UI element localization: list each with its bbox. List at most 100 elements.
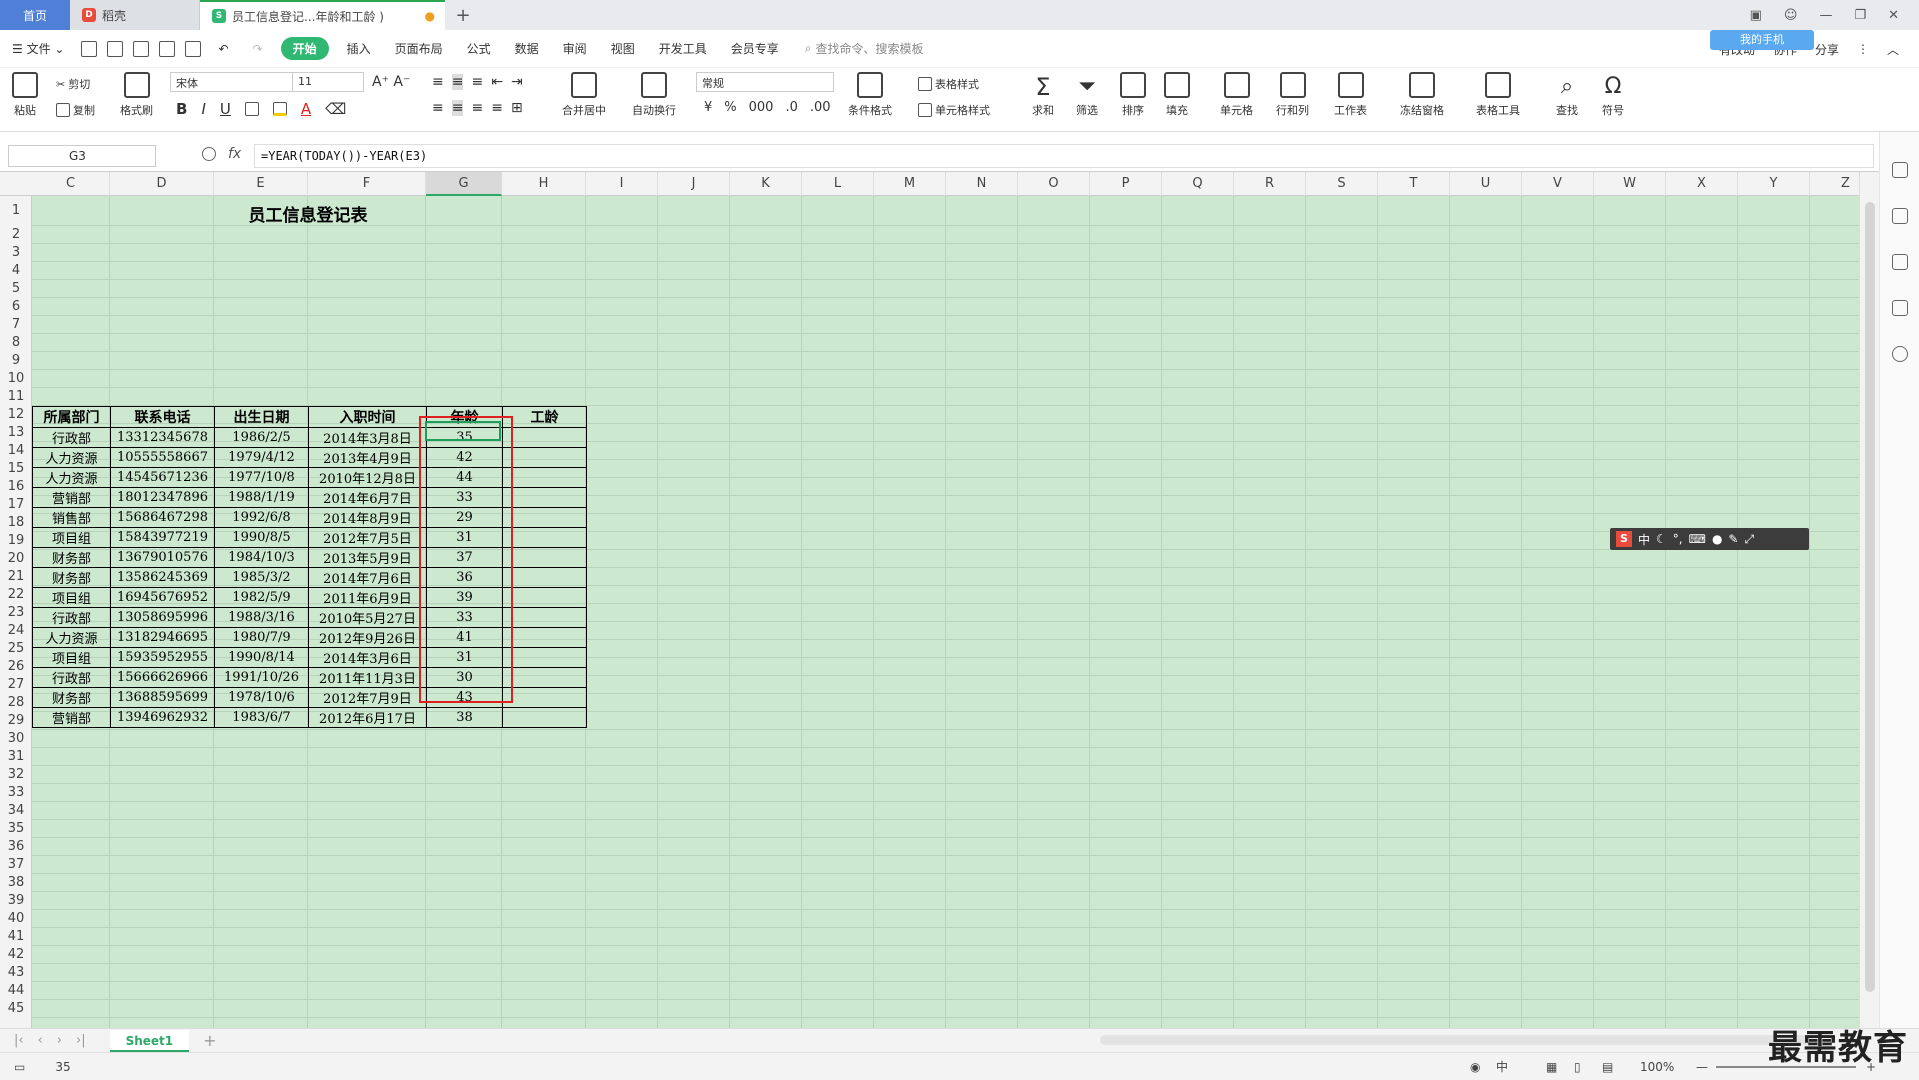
align-center-icon[interactable]: ≡ <box>451 100 464 116</box>
ime-status-icon[interactable]: 中 <box>1496 1058 1508 1075</box>
menu-member[interactable]: 会员专享 <box>719 40 791 57</box>
decimal-decrease-icon[interactable]: .00 <box>810 100 831 115</box>
cloud-phone-button[interactable]: 我的手机 <box>1710 30 1814 50</box>
row-header-28[interactable]: 28 <box>0 694 32 712</box>
column-header-x[interactable]: X <box>1666 172 1738 196</box>
column-header-f[interactable]: F <box>308 172 426 196</box>
table-cell[interactable] <box>502 627 587 648</box>
menu-view[interactable]: 视图 <box>599 40 647 57</box>
column-header-s[interactable]: S <box>1306 172 1378 196</box>
symbol-button[interactable]: Ω 符号 <box>1602 72 1624 118</box>
justify-icon[interactable]: ≡ <box>491 100 503 116</box>
table-cell[interactable]: 15666626966 <box>110 667 215 688</box>
spreadsheet-grid[interactable]: CDEFGHIJKLMNOPQRSTUVWXYZ 1 2 3 4 5 6 7 8 9 10 11 12… <box>0 172 1859 1028</box>
column-header-k[interactable]: K <box>730 172 802 196</box>
table-cell[interactable]: 13182946695 <box>110 627 215 648</box>
table-cell[interactable]: 1978/10/6 <box>214 687 309 708</box>
tab-active-document[interactable]: S 员工信息登记...年龄和工龄 ) ● <box>200 0 445 30</box>
indent-increase-icon[interactable]: ⇥ <box>511 74 523 90</box>
table-cell[interactable]: 13312345678 <box>110 427 215 448</box>
table-cell[interactable] <box>502 427 587 448</box>
row-header-43[interactable]: 43 <box>0 964 32 982</box>
sogou-icon[interactable]: S <box>1616 531 1632 547</box>
table-cell[interactable]: 14545671236 <box>110 467 215 488</box>
name-box[interactable]: G3 <box>8 145 156 167</box>
table-cell[interactable]: 财务部 <box>32 567 111 588</box>
column-header-p[interactable]: P <box>1090 172 1162 196</box>
table-cell[interactable]: 1983/6/7 <box>214 707 309 728</box>
row-header-39[interactable]: 39 <box>0 892 32 910</box>
menu-file[interactable]: 文件 <box>27 42 51 56</box>
row-header-7[interactable]: 7 <box>0 316 32 334</box>
macro-icon[interactable]: ▭ <box>14 1060 25 1074</box>
thousands-icon[interactable]: 000 <box>749 100 774 115</box>
table-cell[interactable]: 1980/7/9 <box>214 627 309 648</box>
row-header-29[interactable]: 29 <box>0 712 32 730</box>
collapse-ribbon-icon[interactable]: ︿ <box>1887 41 1899 58</box>
print-icon[interactable] <box>159 40 176 57</box>
column-title[interactable]: 入职时间 <box>308 406 427 428</box>
font-grow-icon[interactable]: A⁺ A⁻ <box>372 74 410 90</box>
table-cell[interactable]: 13058695996 <box>110 607 215 628</box>
row-header-20[interactable]: 20 <box>0 550 32 568</box>
new-file-icon[interactable] <box>81 40 98 57</box>
table-cell[interactable]: 15935952955 <box>110 647 215 668</box>
number-format-select[interactable]: 常规 <box>696 72 834 92</box>
minimize-icon[interactable]: — <box>1819 8 1832 23</box>
table-cell[interactable]: 10555558667 <box>110 447 215 468</box>
row-header-15[interactable]: 15 <box>0 460 32 478</box>
table-cell[interactable]: 1990/8/5 <box>214 527 309 548</box>
tab-docer[interactable]: D 稻壳 <box>70 0 200 30</box>
table-cell[interactable]: 2012年9月26日 <box>308 627 427 648</box>
table-cell[interactable]: 2014年6月7日 <box>308 487 427 508</box>
column-title[interactable]: 工龄 <box>502 406 587 428</box>
menu-start[interactable]: 开始 <box>280 37 329 60</box>
row-header-1[interactable]: 1 <box>0 196 32 226</box>
column-header-n[interactable]: N <box>946 172 1018 196</box>
cut-button[interactable]: ✂ 剪切 <box>56 76 90 92</box>
sheet-tab-sheet1[interactable]: Sheet1 <box>109 1029 190 1052</box>
row-header-5[interactable]: 5 <box>0 280 32 298</box>
row-header-22[interactable]: 22 <box>0 586 32 604</box>
table-cell[interactable] <box>502 467 587 488</box>
sheet-title[interactable]: 员工信息登记表 <box>34 201 582 226</box>
menu-formula[interactable]: 公式 <box>455 40 503 57</box>
redo-icon[interactable]: ↷ <box>241 42 275 56</box>
column-header-g[interactable]: G <box>426 172 502 196</box>
column-header-o[interactable]: O <box>1018 172 1090 196</box>
page-view-icon[interactable]: ▯ <box>1574 1060 1581 1074</box>
table-cell[interactable]: 16945676952 <box>110 587 215 608</box>
row-header-42[interactable]: 42 <box>0 946 32 964</box>
freeze-button[interactable]: 冻结窗格 <box>1400 72 1444 118</box>
table-cell[interactable] <box>502 567 587 588</box>
copy-button[interactable]: 复制 <box>56 102 95 118</box>
table-cell[interactable]: 2010年12月8日 <box>308 467 427 488</box>
cell-style-button[interactable]: 单元格样式 <box>918 102 990 118</box>
export-icon[interactable] <box>133 40 150 57</box>
column-title[interactable]: 所属部门 <box>32 406 111 428</box>
table-cell[interactable]: 18012347896 <box>110 487 215 508</box>
tab-home[interactable]: 首页 <box>0 0 70 30</box>
table-cell[interactable]: 1985/3/2 <box>214 567 309 588</box>
column-header-c[interactable]: C <box>32 172 110 196</box>
ime-lang-icon[interactable]: 中 <box>1638 531 1650 548</box>
align-bottom-icon[interactable]: ≡ <box>471 74 483 90</box>
row-header-36[interactable]: 36 <box>0 838 32 856</box>
menu-data[interactable]: 数据 <box>503 40 551 57</box>
table-cell[interactable] <box>502 707 587 728</box>
table-cell[interactable]: 1988/1/19 <box>214 487 309 508</box>
add-sheet-icon[interactable]: + <box>203 1031 216 1050</box>
wrap-text-button[interactable]: 自动换行 <box>632 72 676 118</box>
table-cell[interactable] <box>502 647 587 668</box>
close-icon[interactable]: ✕ <box>1888 8 1899 23</box>
column-header-i[interactable]: I <box>586 172 658 196</box>
menu-page-layout[interactable]: 页面布局 <box>383 40 455 57</box>
find-button[interactable]: ⌕ 查找 <box>1556 72 1578 118</box>
table-cell[interactable]: 人力资源 <box>32 467 111 488</box>
restore-icon[interactable]: ❐ <box>1854 8 1866 23</box>
decimal-increase-icon[interactable]: .0 <box>785 100 797 115</box>
font-color-icon[interactable]: A <box>301 100 311 118</box>
row-header-4[interactable]: 4 <box>0 262 32 280</box>
table-cell[interactable]: 2012年7月5日 <box>308 527 427 548</box>
table-cell[interactable]: 13586245369 <box>110 567 215 588</box>
